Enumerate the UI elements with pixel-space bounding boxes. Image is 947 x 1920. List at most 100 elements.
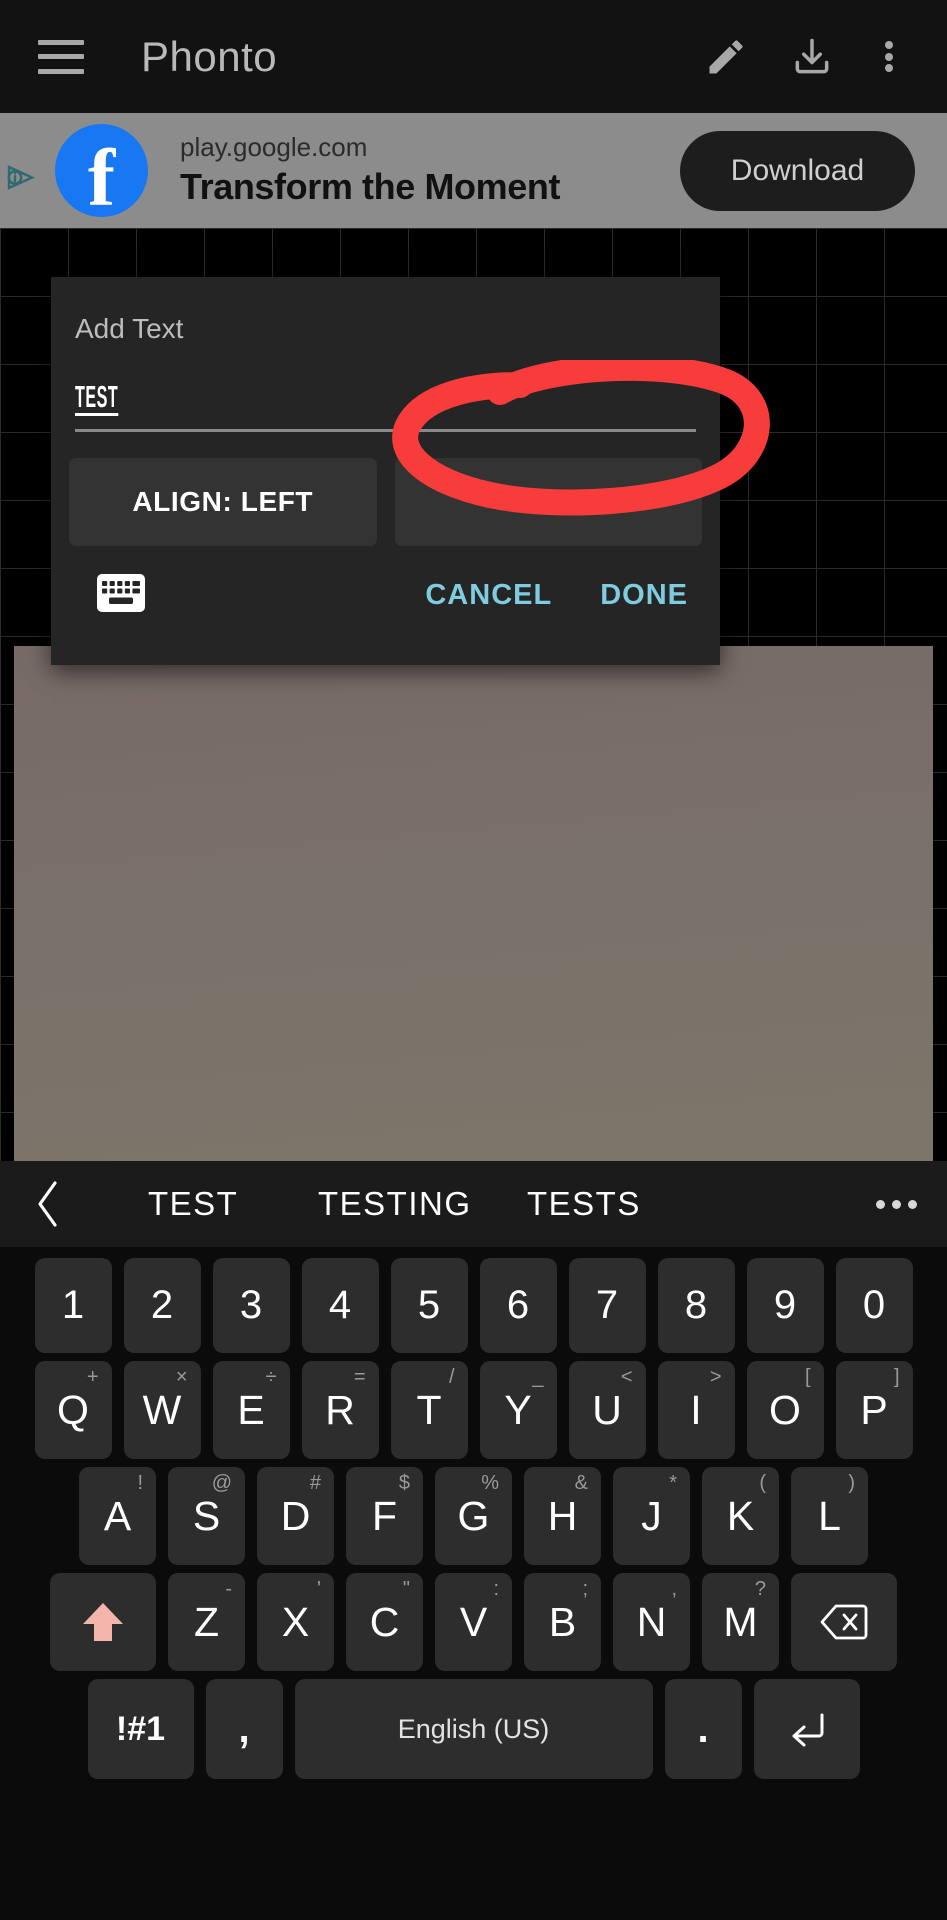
key-secondary-label: & [575, 1473, 588, 1493]
key-label: M [723, 1599, 757, 1646]
suggestion-bar: TEST TESTING TESTS [0, 1161, 947, 1247]
key-label: C [370, 1599, 400, 1646]
key-e[interactable]: ÷E [213, 1361, 290, 1459]
key-6[interactable]: 6 [480, 1258, 557, 1353]
key-label: G [458, 1493, 490, 1540]
download-icon[interactable] [769, 14, 855, 100]
key-w[interactable]: ×W [124, 1361, 201, 1459]
page-title: Phonto [141, 33, 277, 81]
key-k[interactable]: (K [702, 1467, 779, 1565]
key-label: H [548, 1493, 578, 1540]
keyboard-row-qwerty: +Q×W÷E=R/T_Y<U>I[O]P [0, 1361, 947, 1459]
input-underline [75, 429, 696, 432]
key-r[interactable]: =R [302, 1361, 379, 1459]
suggestion-item-2[interactable]: TESTING [318, 1185, 472, 1223]
key-7[interactable]: 7 [569, 1258, 646, 1353]
app-bar-actions [683, 14, 947, 100]
key-c[interactable]: "C [346, 1573, 423, 1671]
cancel-button[interactable]: CANCEL [425, 579, 552, 612]
key-x[interactable]: 'X [257, 1573, 334, 1671]
dialog-option-buttons: ALIGN: LEFT FONT [69, 458, 702, 546]
shift-arrow-icon[interactable] [50, 1573, 156, 1671]
key-n[interactable]: ,N [613, 1573, 690, 1671]
ad-url: play.google.com [180, 133, 560, 162]
key-1[interactable]: 1 [35, 1258, 112, 1353]
keyboard-row-asdf: !A@S#D$F%G&H*J(K)L [0, 1467, 947, 1565]
key-j[interactable]: *J [613, 1467, 690, 1565]
space-key[interactable]: English (US) [295, 1679, 653, 1779]
key-secondary-label: # [310, 1473, 321, 1493]
keyboard-row-numbers: 12 3 4567890 [0, 1258, 947, 1353]
key-4[interactable]: 4 [302, 1258, 379, 1353]
key-label: 3 [240, 1283, 262, 1328]
text-input-field[interactable]: TEST [75, 379, 696, 432]
key-l[interactable]: )L [791, 1467, 868, 1565]
key-p[interactable]: ]P [836, 1361, 913, 1459]
keyboard-icon[interactable] [97, 574, 145, 617]
key-d[interactable]: #D [257, 1467, 334, 1565]
key-9[interactable]: 9 [747, 1258, 824, 1353]
more-horizontal-icon[interactable] [876, 1200, 917, 1209]
font-button[interactable]: FONT [395, 458, 703, 546]
enter-return-icon[interactable] [754, 1679, 860, 1779]
key-secondary-label: [ [805, 1367, 811, 1387]
app-bar: Phonto [0, 0, 947, 113]
key-secondary-label: > [710, 1367, 722, 1387]
key-secondary-label: ) [848, 1473, 855, 1493]
key-label: V [460, 1599, 487, 1646]
done-button[interactable]: DONE [600, 579, 688, 612]
key-h[interactable]: &H [524, 1467, 601, 1565]
key-label: B [549, 1599, 576, 1646]
key-5[interactable]: 5 [391, 1258, 468, 1353]
kebab-menu-icon[interactable] [855, 14, 923, 100]
key-i[interactable]: >I [658, 1361, 735, 1459]
key-label: L [818, 1493, 841, 1540]
key-g[interactable]: %G [435, 1467, 512, 1565]
backspace-icon[interactable] [791, 1573, 897, 1671]
key-label: Y [504, 1387, 531, 1434]
key-o[interactable]: [O [747, 1361, 824, 1459]
key-label: 6 [507, 1283, 529, 1328]
key-u[interactable]: <U [569, 1361, 646, 1459]
key-m[interactable]: ?M [702, 1573, 779, 1671]
photo-layer[interactable] [14, 646, 933, 1161]
key-secondary-label: * [669, 1473, 677, 1493]
key-label: J [641, 1493, 662, 1540]
key-s[interactable]: @S [168, 1467, 245, 1565]
key-8[interactable]: 8 [658, 1258, 735, 1353]
ad-text-block: play.google.com Transform the Moment [180, 133, 560, 209]
key-label: E [237, 1387, 264, 1434]
key-z[interactable]: -Z [168, 1573, 245, 1671]
key-y[interactable]: _Y [480, 1361, 557, 1459]
suggestion-item-3[interactable]: TESTS [527, 1185, 641, 1223]
key-2[interactable]: 2 [124, 1258, 201, 1353]
key-label: X [282, 1599, 309, 1646]
comma-key[interactable]: , [206, 1679, 283, 1779]
ad-banner[interactable]: f play.google.com Transform the Moment D… [0, 113, 947, 228]
key-secondary-label: ? [755, 1579, 766, 1599]
hamburger-menu-icon[interactable] [38, 40, 84, 74]
align-button[interactable]: ALIGN: LEFT [69, 458, 377, 546]
key-t[interactable]: /T [391, 1361, 468, 1459]
suggestion-item-1[interactable]: TEST [148, 1185, 238, 1223]
dialog-footer: CANCEL DONE [97, 574, 688, 617]
pencil-icon[interactable] [683, 14, 769, 100]
key-label: U [592, 1387, 622, 1434]
chevron-left-icon[interactable] [0, 1179, 96, 1229]
adchoices-icon[interactable] [4, 163, 44, 193]
symbols-key[interactable]: !#1 [88, 1679, 194, 1779]
key-label: 4 [329, 1283, 351, 1328]
add-text-dialog: Add Text TEST ALIGN: LEFT FONT [51, 277, 720, 665]
key-label: Z [194, 1599, 219, 1646]
key-a[interactable]: !A [79, 1467, 156, 1565]
key-3[interactable]: 3 [213, 1258, 290, 1353]
key-f[interactable]: $F [346, 1467, 423, 1565]
ad-download-button[interactable]: Download [680, 131, 915, 211]
key-b[interactable]: ;B [524, 1573, 601, 1671]
key-v[interactable]: :V [435, 1573, 512, 1671]
key-0[interactable]: 0 [836, 1258, 913, 1353]
period-key[interactable]: . [665, 1679, 742, 1779]
key-q[interactable]: +Q [35, 1361, 112, 1459]
key-secondary-label: = [354, 1367, 366, 1387]
key-label: 2 [151, 1283, 173, 1328]
